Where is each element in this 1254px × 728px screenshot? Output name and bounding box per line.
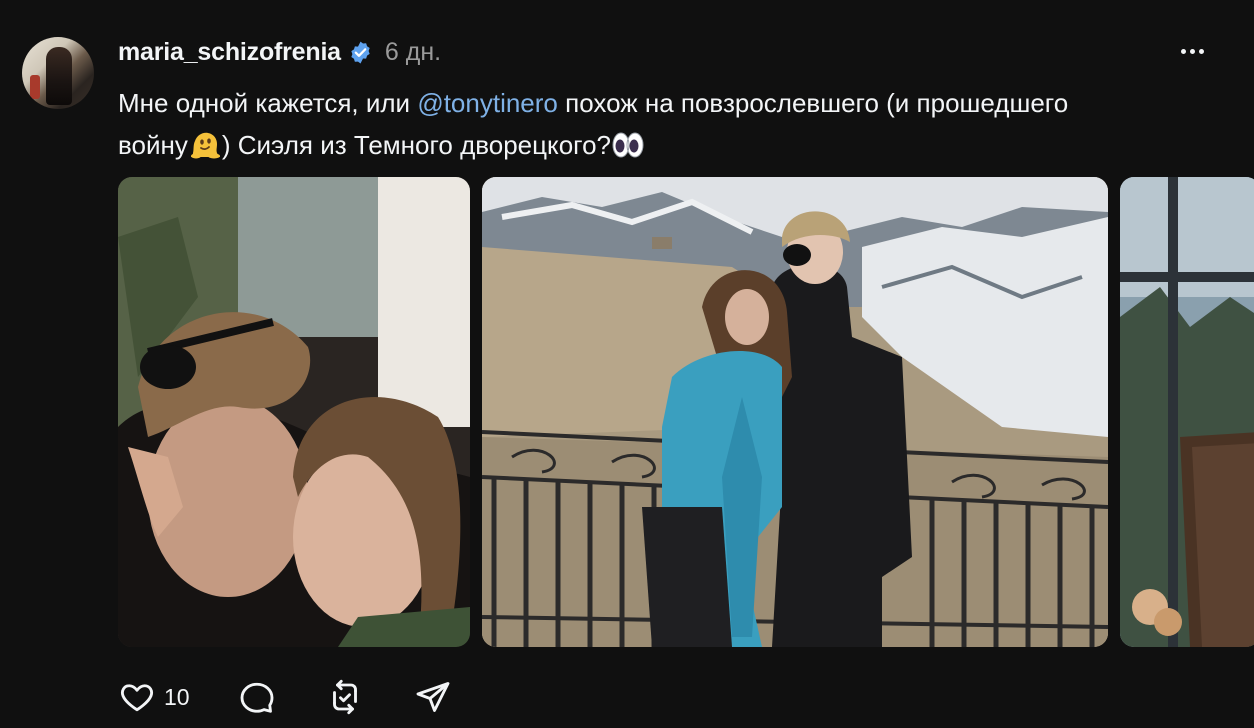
mention-link[interactable]: @tonytinero	[417, 88, 558, 118]
repost-icon	[332, 679, 357, 715]
thread-post: maria_schizofrenia 6 дн. Мне одной кажет…	[0, 0, 1254, 728]
melting-face-emoji	[190, 132, 220, 159]
post-header: maria_schizofrenia 6 дн.	[118, 36, 441, 68]
post-photo-1[interactable]	[118, 177, 470, 647]
avatar[interactable]	[22, 37, 94, 109]
verified-badge-icon	[351, 41, 370, 63]
post-time[interactable]: 6 дн.	[385, 38, 441, 67]
post-text-part: ) Сиэля из Темного дворецкого?	[221, 130, 611, 160]
more-options-button[interactable]	[1172, 36, 1212, 66]
eyes-emoji	[612, 132, 644, 158]
repost-button[interactable]	[326, 675, 364, 719]
like-count: 10	[164, 683, 190, 710]
heart-icon	[121, 684, 153, 712]
comment-button[interactable]	[238, 675, 276, 719]
post-text-part: Мне одной кажется, или	[118, 88, 418, 118]
send-icon	[416, 682, 450, 712]
post-text: Мне одной кажется, или @tonytinero похож…	[118, 82, 1118, 166]
post-photo-3[interactable]	[1120, 177, 1254, 647]
comment-bubble-icon	[240, 682, 274, 713]
username-link[interactable]: maria_schizofrenia	[118, 38, 341, 67]
like-button[interactable]: 10	[118, 675, 190, 719]
more-dots-icon	[1180, 48, 1186, 54]
media-carousel[interactable]	[118, 177, 1254, 647]
post-photo-2[interactable]	[482, 177, 1108, 647]
post-actions: 10	[118, 675, 452, 719]
share-button[interactable]	[414, 675, 452, 719]
